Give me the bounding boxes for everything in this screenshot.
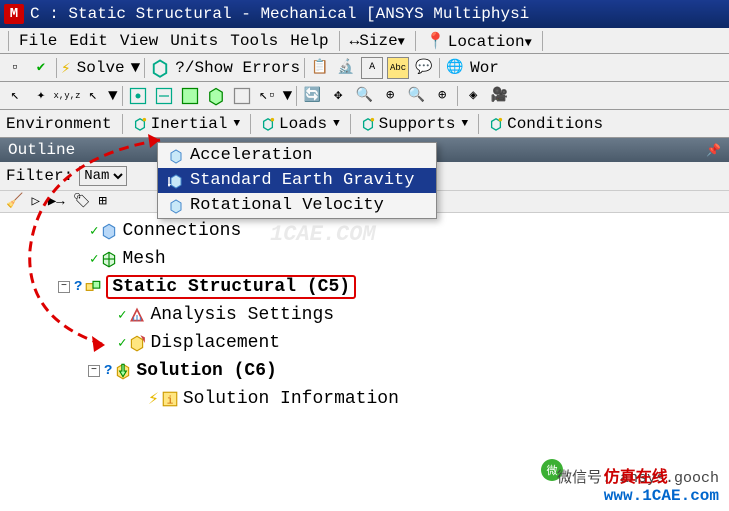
cursor-icon[interactable]: ↖ — [4, 85, 26, 107]
node-label: Solution (C6) — [136, 361, 276, 381]
cube-icon — [168, 148, 184, 164]
menubar: File Edit View Units Tools Help ↔Size▼ 📍… — [0, 28, 729, 54]
zoom-fit-icon[interactable]: ⊕ — [379, 85, 401, 107]
icon-2[interactable]: 🔬 — [335, 57, 357, 79]
menu-units[interactable]: Units — [164, 32, 224, 50]
pan-icon[interactable]: ✥ — [327, 85, 349, 107]
cursor-dd[interactable]: ▼ — [108, 87, 118, 105]
menu-help[interactable]: Help — [284, 32, 334, 50]
btn-ok[interactable]: ✔ — [30, 57, 52, 79]
watermark-brand: 仿真在线 www.1CAE.com — [604, 463, 719, 505]
world-icon[interactable]: 🌐 — [444, 57, 466, 79]
menu-edit[interactable]: Edit — [63, 32, 113, 50]
toolbar-solve: ▫ ✔ ⚡ Solve ▼ ?/Show Errors 📋 🔬 A Abc 💬 … — [0, 54, 729, 82]
xyz-icon[interactable]: x,y,z — [56, 85, 78, 107]
item-label: Rotational Velocity — [190, 196, 384, 215]
proj-icon[interactable]: 🎥 — [488, 85, 510, 107]
sel-dd[interactable]: ▼ — [283, 87, 293, 105]
solve-button[interactable]: Solve — [77, 59, 125, 77]
watermark-center: 1CAE.COM — [270, 222, 376, 247]
node-label: Solution Information — [183, 389, 399, 409]
sel3-icon[interactable] — [179, 85, 201, 107]
zoom-box-icon[interactable]: 🔍 — [353, 85, 375, 107]
conditions-button[interactable]: Conditions — [483, 115, 609, 133]
sel1-icon[interactable] — [127, 85, 149, 107]
menu-size[interactable]: ↔Size▼ — [344, 32, 411, 50]
separator — [8, 31, 9, 51]
wand-icon[interactable]: ✦ — [30, 85, 52, 107]
icon-abc[interactable]: Abc — [387, 57, 409, 79]
pin-icon[interactable]: 📌 — [706, 143, 721, 158]
collapse-toggle[interactable]: − — [88, 365, 100, 377]
bolt-icon: ⚡ — [148, 388, 159, 410]
dropdown-item-acceleration[interactable]: Acceleration — [158, 143, 436, 168]
iso-icon[interactable]: ◈ — [462, 85, 484, 107]
cursor2-icon[interactable]: ↖ — [82, 85, 104, 107]
menu-tools[interactable]: Tools — [224, 32, 284, 50]
sel6-icon[interactable]: ↖▫ — [257, 85, 279, 107]
item-label: Standard Earth Gravity — [190, 171, 414, 190]
menu-file[interactable]: File — [13, 32, 63, 50]
btn-new[interactable]: ▫ — [4, 57, 26, 79]
separator — [339, 31, 340, 51]
icon-comment[interactable]: 💬 — [413, 57, 435, 79]
window-title: C : Static Structural - Mechanical [ANSY… — [30, 5, 529, 23]
dropdown-item-gravity[interactable]: Standard Earth Gravity — [158, 168, 436, 193]
tree-node-solution-info[interactable]: ⚡ i Solution Information — [0, 385, 729, 413]
fit-icon[interactable]: ⊕ — [431, 85, 453, 107]
menu-view[interactable]: View — [114, 32, 164, 50]
toolbar-view: ↖ ✦ x,y,z ↖ ▼ ↖▫ ▼ 🔄 ✥ 🔍 ⊕ 🔍 ⊕ ◈ 🎥 — [0, 82, 729, 110]
titlebar: M C : Static Structural - Mechanical [AN… — [0, 0, 729, 28]
sel2-icon[interactable] — [153, 85, 175, 107]
svg-text:i: i — [166, 396, 173, 408]
separator — [542, 31, 543, 51]
solve-dropdown[interactable]: ▼ — [131, 59, 141, 77]
dropdown-item-rotational[interactable]: Rotational Velocity — [158, 193, 436, 218]
gravity-icon — [168, 173, 184, 189]
menu-location[interactable]: 📍Location▼ — [420, 31, 538, 51]
show-errors-button[interactable]: ?/Show Errors — [175, 59, 300, 77]
loads-button[interactable]: Loads▼ — [255, 115, 346, 133]
lightning-icon: ⚡ — [61, 58, 71, 78]
inertial-dropdown: Acceleration Standard Earth Gravity Rota… — [157, 142, 437, 219]
question-icon: ? — [104, 363, 112, 379]
item-label: Acceleration — [190, 146, 312, 165]
sel5-icon[interactable] — [231, 85, 253, 107]
tree-node-solution[interactable]: − ? Solution (C6) — [0, 357, 729, 385]
separator — [415, 31, 416, 51]
solution-icon — [114, 362, 132, 380]
cube-icon[interactable] — [149, 57, 171, 79]
icon-text[interactable]: A — [361, 57, 383, 79]
supports-button[interactable]: Supports▼ — [355, 115, 474, 133]
toolbar-suffix: Wor — [470, 59, 499, 77]
zoom-icon[interactable]: 🔍 — [405, 85, 427, 107]
pin-icon: 📍 — [426, 33, 446, 51]
icon-1[interactable]: 📋 — [309, 57, 331, 79]
rotate-icon[interactable]: 🔄 — [301, 85, 323, 107]
app-icon: M — [4, 4, 24, 24]
sel4-icon[interactable] — [205, 85, 227, 107]
cube-icon — [168, 198, 184, 214]
info-icon: i — [161, 390, 179, 408]
